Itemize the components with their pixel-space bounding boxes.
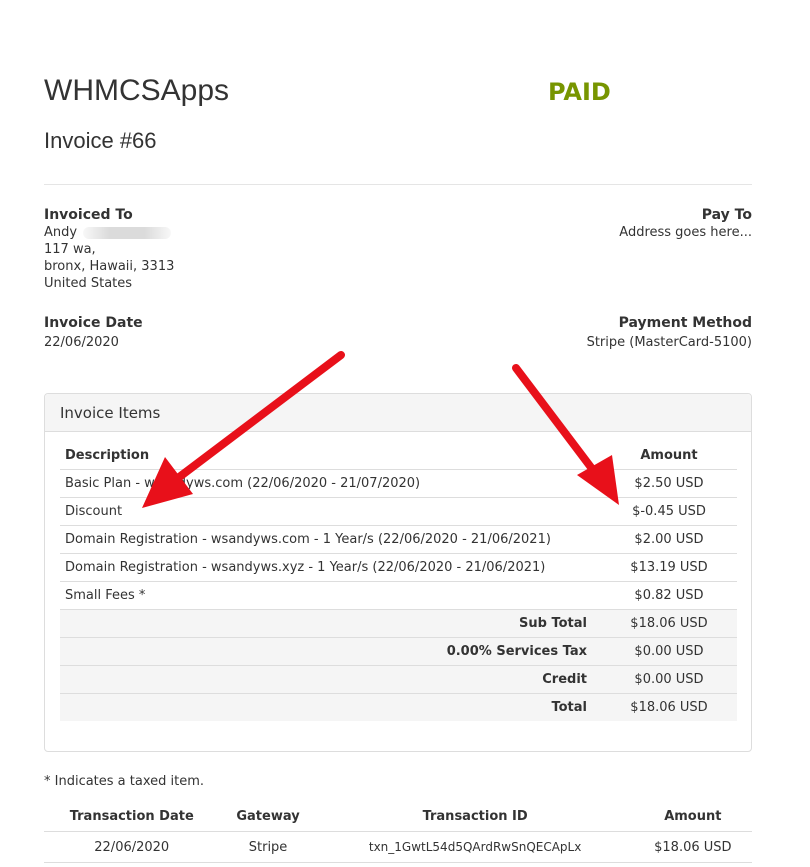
address-line-2: bronx, Hawaii, 3313 — [44, 259, 175, 274]
address-line-1: 117 wa, — [44, 242, 96, 257]
item-description: Domain Registration - wsandyws.xyz - 1 Y… — [60, 553, 601, 582]
item-amount: $-0.45 USD — [601, 497, 737, 526]
invoice-items-panel: Invoice Items Description Amount Basic P… — [44, 393, 752, 752]
redacted-surname — [83, 226, 172, 239]
table-row: Domain Registration - wsandyws.com - 1 Y… — [60, 525, 737, 554]
payment-method-value: Stripe (MasterCard-5100) — [586, 335, 752, 350]
payment-method-label: Payment Method — [618, 315, 752, 331]
pay-to-label: Pay To — [701, 207, 752, 223]
summary-row-tax: 0.00% Services Tax $0.00 USD — [60, 637, 737, 666]
transactions-table: Transaction Date Gateway Transaction ID … — [44, 801, 752, 863]
summary-label: Sub Total — [60, 609, 601, 638]
table-header-row: Description Amount — [60, 441, 737, 470]
table-row: Discount $-0.45 USD — [60, 497, 737, 526]
col-transaction-date: Transaction Date — [44, 801, 220, 832]
address-country: United States — [44, 276, 133, 291]
divider — [44, 184, 752, 185]
col-gateway: Gateway — [219, 801, 317, 832]
item-description: Domain Registration - wsandyws.com - 1 Y… — [60, 525, 601, 554]
summary-amount: $0.00 USD — [601, 637, 737, 666]
item-description: Discount — [60, 497, 601, 526]
transaction-date: 22/06/2020 — [44, 831, 220, 863]
col-transaction-id: Transaction ID — [316, 801, 634, 832]
company-name: WHMCSApps — [44, 74, 230, 107]
pay-to-address: Address goes here... — [619, 225, 752, 240]
summary-amount: $18.06 USD — [601, 693, 737, 721]
client-name: Andy — [44, 225, 78, 240]
invoice-date-label: Invoice Date — [44, 315, 143, 331]
transaction-amount: $18.06 USD — [633, 831, 752, 863]
table-row: Basic Plan - wsandyws.com (22/06/2020 - … — [60, 469, 737, 498]
col-amount: Amount — [640, 447, 698, 463]
transactions-header-row: Transaction Date Gateway Transaction ID … — [44, 801, 752, 832]
table-row: Domain Registration - wsandyws.xyz - 1 Y… — [60, 553, 737, 582]
invoice-date-block: Invoice Date 22/06/2020 — [44, 314, 143, 351]
summary-label: 0.00% Services Tax — [60, 637, 601, 666]
summary-row-credit: Credit $0.00 USD — [60, 665, 737, 694]
invoiced-to-label: Invoiced To — [44, 207, 133, 223]
payment-method-block: Payment Method Stripe (MasterCard-5100) — [587, 314, 752, 351]
invoice-items-table: Description Amount Basic Plan - wsandyws… — [60, 441, 737, 721]
item-amount: $2.50 USD — [601, 469, 737, 498]
item-amount: $0.82 USD — [601, 581, 737, 610]
taxed-item-note: * Indicates a taxed item. — [44, 774, 205, 789]
item-description: Small Fees * — [60, 581, 601, 610]
col-description: Description — [65, 447, 150, 463]
summary-row-subtotal: Sub Total $18.06 USD — [60, 609, 737, 638]
invoice-date-value: 22/06/2020 — [44, 335, 119, 350]
pay-to-block: Pay To Address goes here... — [619, 206, 752, 241]
status-badge: PAID — [548, 78, 611, 106]
summary-label: Credit — [60, 665, 601, 694]
summary-amount: $0.00 USD — [601, 665, 737, 694]
item-description: Basic Plan - wsandyws.com (22/06/2020 - … — [60, 469, 601, 498]
transaction-row: 22/06/2020 Stripe txn_1GwtL54d5QArdRwSnQ… — [44, 831, 752, 863]
table-row: Small Fees * $0.82 USD — [60, 581, 737, 610]
item-amount: $2.00 USD — [601, 525, 737, 554]
col-transaction-amount: Amount — [633, 801, 752, 832]
invoiced-to-block: Invoiced To Andy 117 wa, bronx, Hawaii, … — [44, 206, 174, 292]
summary-row-total: Total $18.06 USD — [60, 693, 737, 721]
invoice-number: Invoice #66 — [44, 128, 157, 153]
summary-amount: $18.06 USD — [601, 609, 737, 638]
transaction-id: txn_1GwtL54d5QArdRwSnQECApLx — [316, 831, 634, 863]
item-amount: $13.19 USD — [601, 553, 737, 582]
transaction-gateway: Stripe — [219, 831, 317, 863]
panel-header: Invoice Items — [45, 394, 751, 432]
panel-title: Invoice Items — [60, 404, 161, 422]
summary-label: Total — [60, 693, 601, 721]
